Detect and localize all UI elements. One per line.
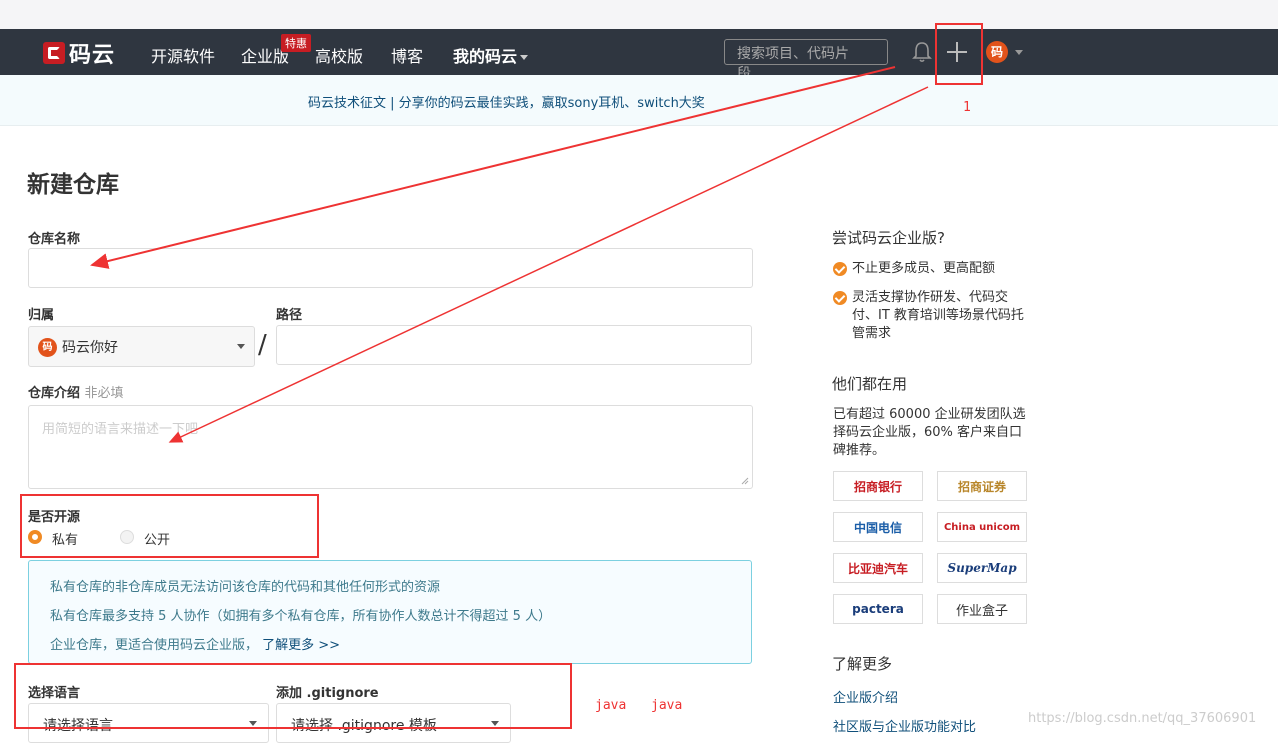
annotation-box-plus <box>935 23 983 85</box>
annotation-arrows <box>90 66 929 443</box>
annotation-java-2: java <box>651 698 683 713</box>
annotation-java-1: java <box>595 698 627 713</box>
annotation-box-open-source <box>20 494 319 558</box>
annotation-number: 1 <box>963 100 971 115</box>
csdn-watermark: https://blog.csdn.net/qq_37606901 <box>1028 711 1257 726</box>
annotation-box-language <box>14 663 572 729</box>
